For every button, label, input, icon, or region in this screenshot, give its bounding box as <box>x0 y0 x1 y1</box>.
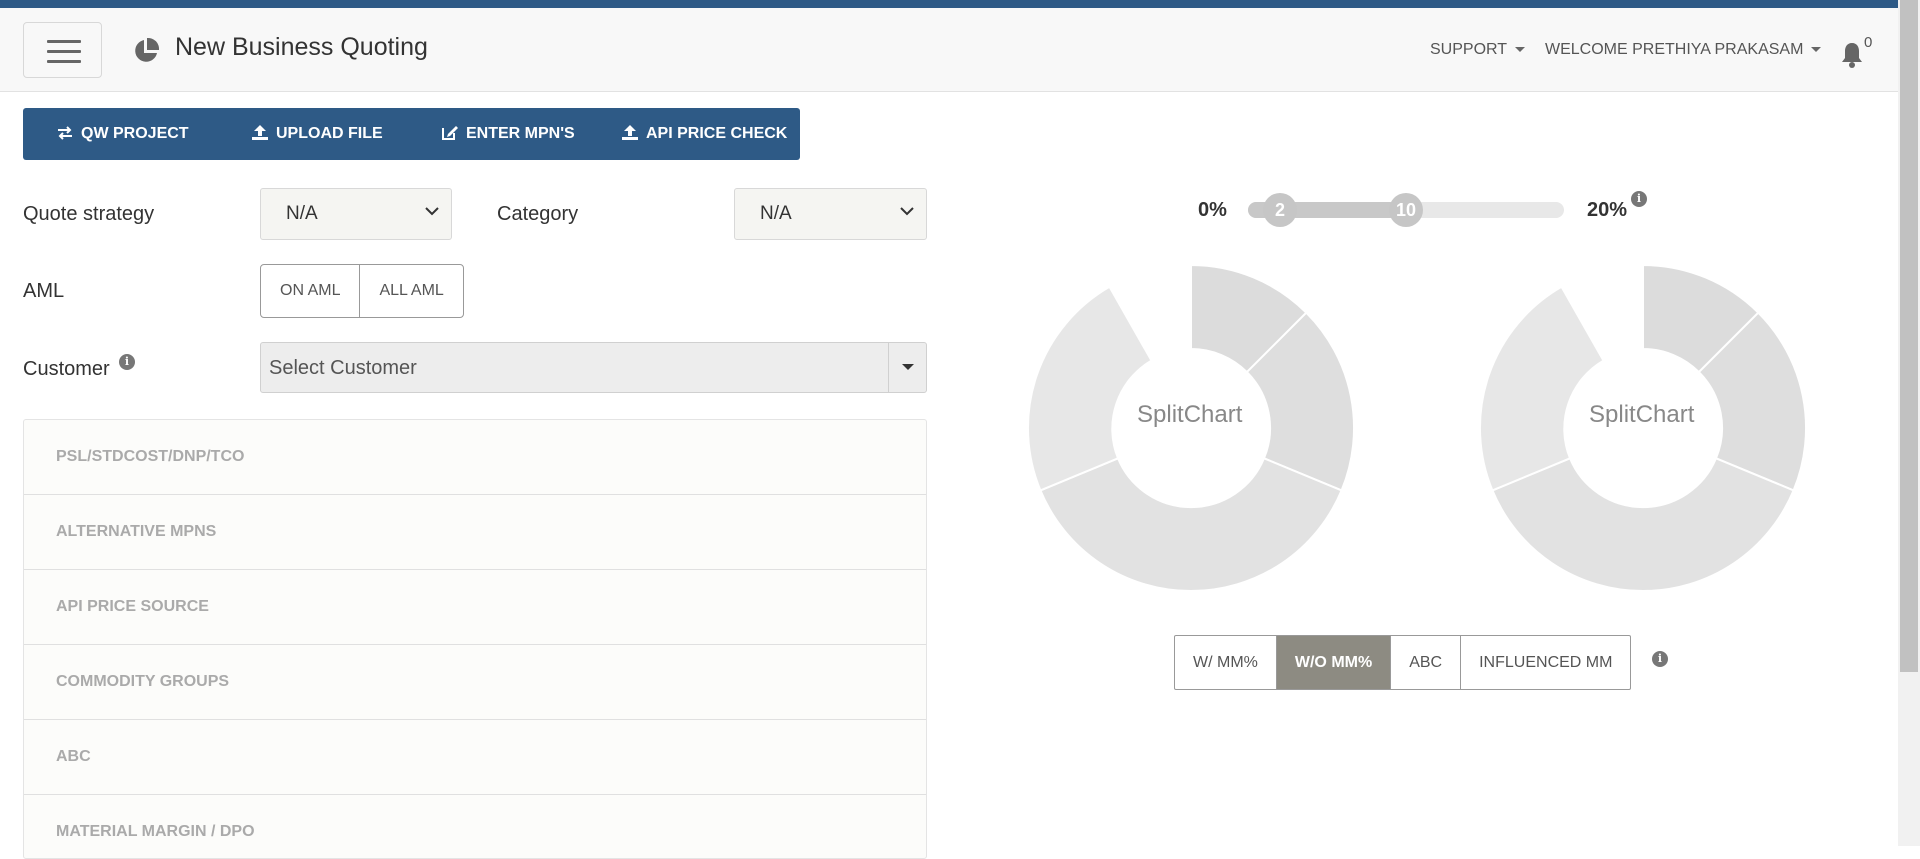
quote-strategy-select[interactable]: N/A <box>260 188 452 240</box>
hamburger-icon <box>47 40 81 43</box>
pie-chart-icon <box>135 37 160 62</box>
upload-icon <box>252 125 268 140</box>
notification-count: 0 <box>1864 34 1873 51</box>
slider-low-handle[interactable]: 2 <box>1263 193 1297 227</box>
category-label: Category <box>497 203 579 225</box>
qw-project-label: QW PROJECT <box>81 125 189 142</box>
exchange-icon <box>58 126 72 140</box>
aml-label: AML <box>23 280 65 302</box>
api-price-check-label: API PRICE CHECK <box>646 125 788 142</box>
enter-mpns-button[interactable]: ENTER MPN'S <box>441 108 575 160</box>
chevron-down-icon <box>1811 47 1822 53</box>
split-chart-1-segment <box>1026 285 1153 492</box>
accordion-item-psl[interactable]: PSL/STDCOST/DNP/TCO <box>24 420 926 495</box>
top-accent-bar <box>0 0 1898 8</box>
margin-range-slider: 0% 2 10 20% i <box>1190 190 1650 230</box>
toggle-influenced-mm[interactable]: INFLUENCED MM <box>1460 636 1630 689</box>
on-aml-button[interactable]: ON AML <box>261 265 359 317</box>
category-value: N/A <box>760 203 792 224</box>
slider-high-handle[interactable]: 10 <box>1389 193 1423 227</box>
slider-max-label: 20% <box>1587 199 1628 221</box>
upload-file-button[interactable]: UPLOAD FILE <box>251 108 383 160</box>
app-header: New Business Quoting SUPPORT WELCOME PRE… <box>0 8 1898 92</box>
split-chart-1-label: SplitChart <box>1137 401 1243 428</box>
customer-label: Customer <box>23 358 110 380</box>
api-price-check-button[interactable]: API PRICE CHECK <box>621 108 787 160</box>
accordion-item-alternative-mpns[interactable]: ALTERNATIVE MPNS <box>24 495 926 570</box>
chevron-down-icon <box>1515 47 1526 53</box>
edit-icon <box>442 126 458 140</box>
split-chart-2-segment <box>1491 456 1795 592</box>
caret-down-icon <box>902 364 914 370</box>
action-toolbar: QW PROJECT UPLOAD FILE ENTER MPN'S API P… <box>23 108 800 160</box>
split-chart-2-label: SplitChart <box>1589 401 1695 428</box>
category-select[interactable]: N/A <box>734 188 927 240</box>
hamburger-icon-bar <box>47 60 81 63</box>
upload-icon <box>622 125 638 140</box>
info-icon[interactable]: i <box>1631 191 1647 207</box>
customer-placeholder: Select Customer <box>269 357 417 379</box>
qw-project-button[interactable]: QW PROJECT <box>56 108 189 160</box>
bell-icon[interactable] <box>1840 41 1864 69</box>
quote-strategy-value: N/A <box>286 203 318 224</box>
customer-dropdown-toggle[interactable] <box>888 343 926 392</box>
support-label: SUPPORT <box>1430 41 1508 58</box>
split-chart-1-segment <box>1039 456 1343 592</box>
toggle-abc[interactable]: ABC <box>1390 636 1460 689</box>
hamburger-menu-button[interactable] <box>23 22 102 78</box>
customer-select[interactable]: Select Customer <box>260 342 927 393</box>
toggle-without-mm[interactable]: W/O MM% <box>1275 636 1391 689</box>
info-icon[interactable]: i <box>119 354 135 370</box>
accordion-item-material-margin[interactable]: MATERIAL MARGIN / DPO <box>24 795 926 858</box>
user-menu[interactable]: WELCOME PRETHIYA PRAKASAM <box>1545 41 1822 59</box>
page-scrollbar[interactable] <box>1898 0 1920 846</box>
hamburger-icon-bar <box>47 50 81 53</box>
enter-mpns-label: ENTER MPN'S <box>466 125 575 142</box>
chevron-down-icon <box>900 207 914 216</box>
split-chart-2-segment <box>1478 285 1605 492</box>
support-menu[interactable]: SUPPORT <box>1430 41 1526 59</box>
page-title: New Business Quoting <box>175 33 428 61</box>
settings-accordion: PSL/STDCOST/DNP/TCO ALTERNATIVE MPNS API… <box>23 419 927 859</box>
accordion-item-abc[interactable]: ABC <box>24 720 926 795</box>
aml-toggle-group: ON AML ALL AML <box>260 264 464 318</box>
margin-mode-toggle-group: W/ MM% W/O MM% ABC INFLUENCED MM <box>1174 635 1632 690</box>
all-aml-button[interactable]: ALL AML <box>359 265 462 317</box>
accordion-item-commodity-groups[interactable]: COMMODITY GROUPS <box>24 645 926 720</box>
chevron-down-icon <box>425 207 439 216</box>
scrollbar-thumb[interactable] <box>1900 0 1918 672</box>
slider-min-label: 0% <box>1198 199 1227 221</box>
upload-file-label: UPLOAD FILE <box>276 125 383 142</box>
accordion-item-api-price-source[interactable]: API PRICE SOURCE <box>24 570 926 645</box>
toggle-with-mm[interactable]: W/ MM% <box>1175 636 1276 689</box>
quote-strategy-label: Quote strategy <box>23 203 155 225</box>
welcome-label: WELCOME PRETHIYA PRAKASAM <box>1545 41 1804 58</box>
info-icon[interactable]: i <box>1652 651 1668 667</box>
